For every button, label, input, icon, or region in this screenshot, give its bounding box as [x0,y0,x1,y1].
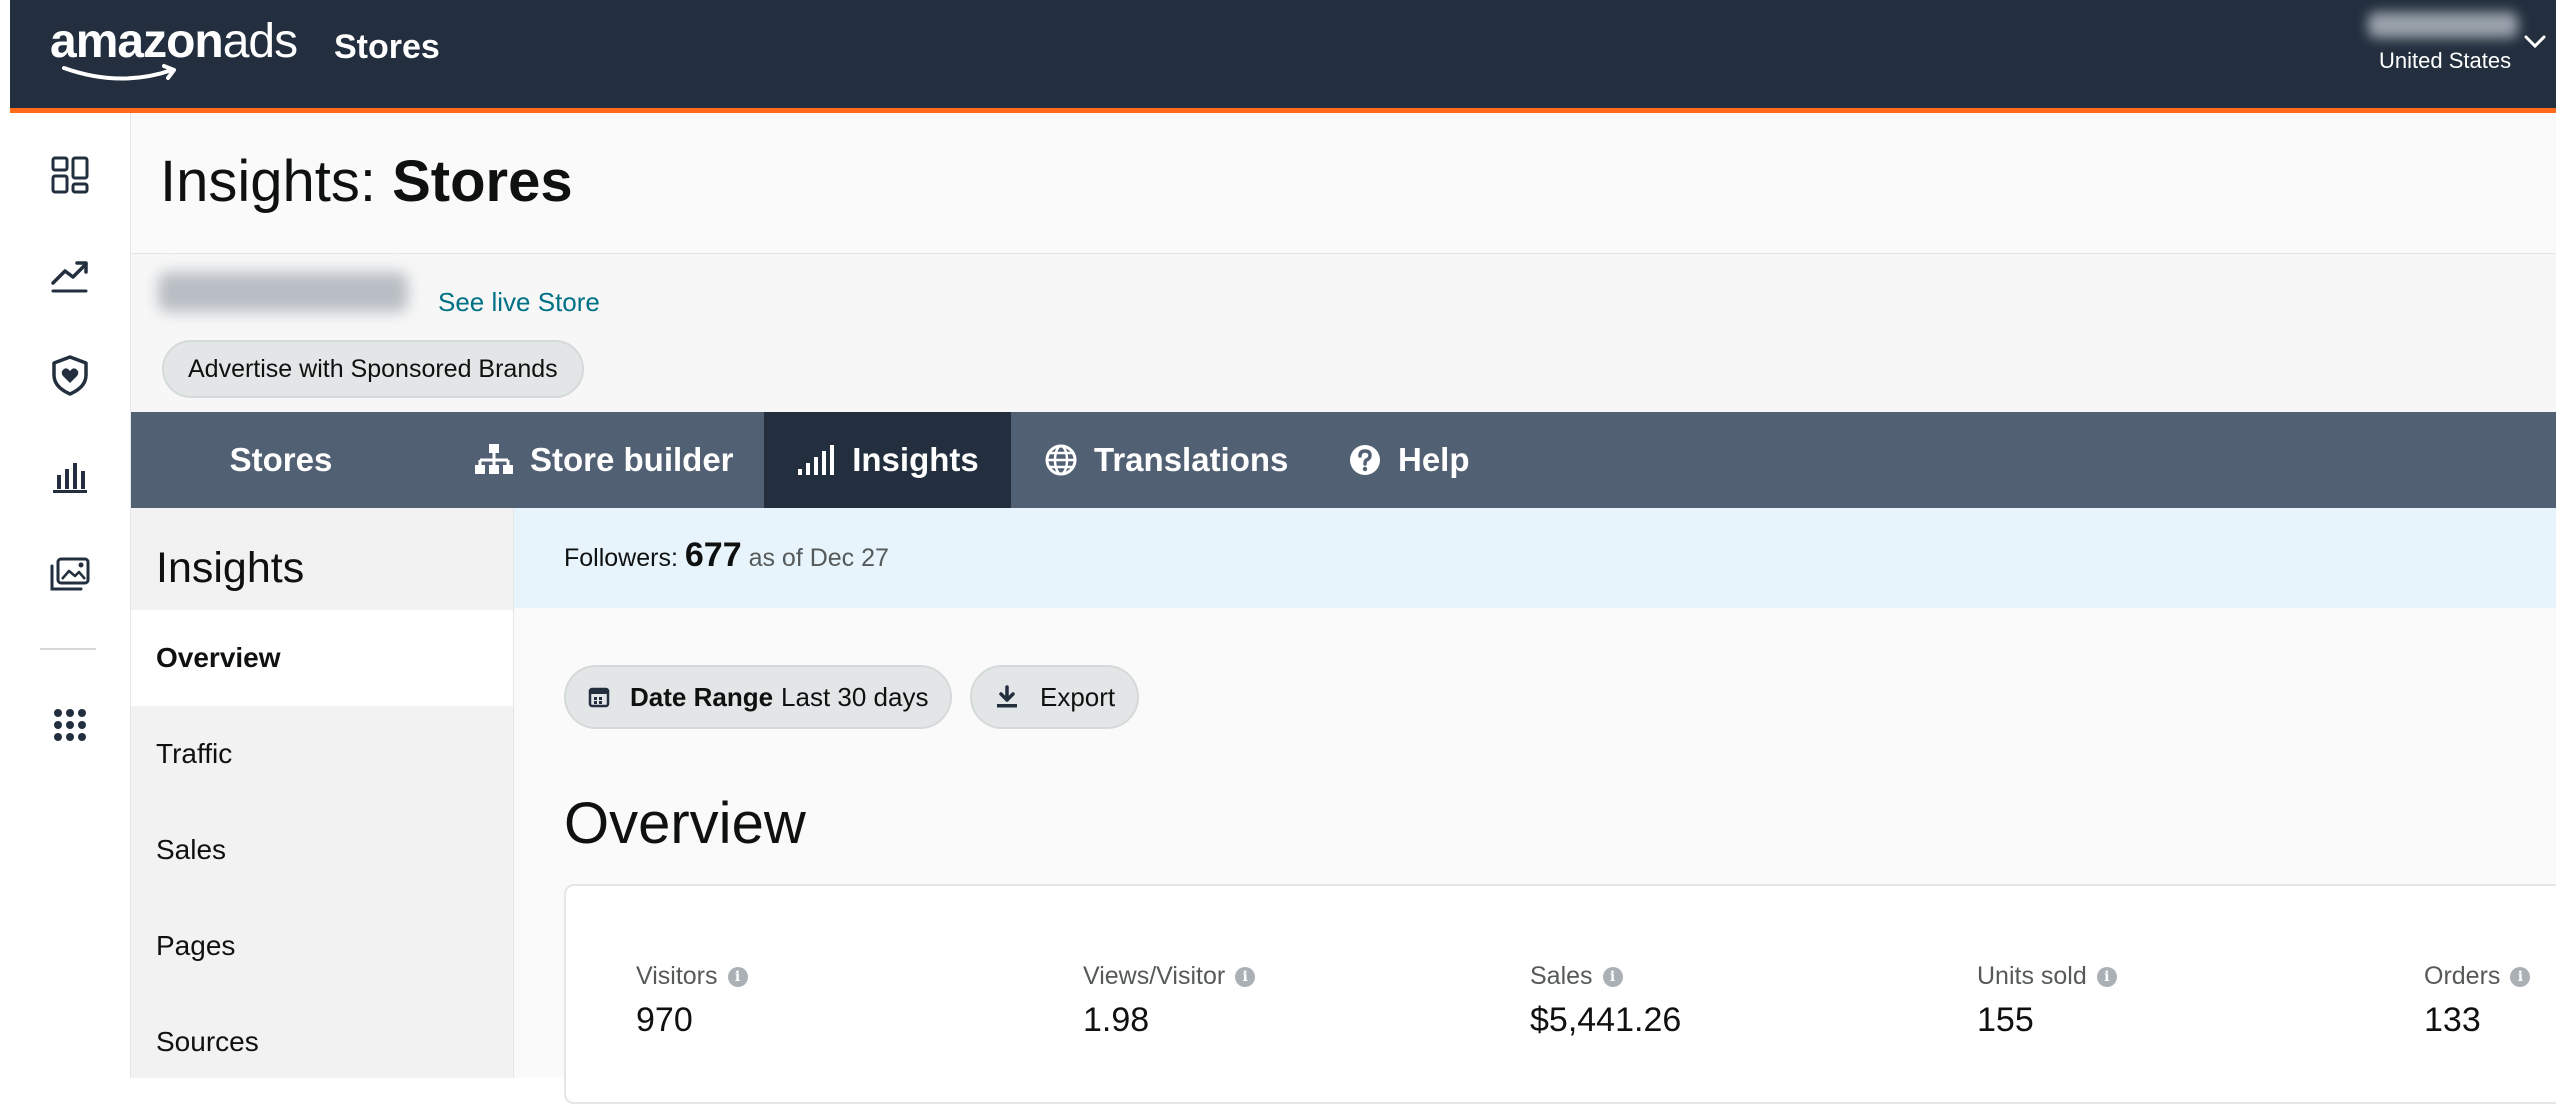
see-live-store-link[interactable]: See live Store [438,287,600,318]
insights-side-nav [131,508,514,1078]
tab-label: Store builder [530,441,734,478]
metric-orders: Orders i 133 [2424,962,2531,1040]
followers-count: 677 [684,536,742,574]
metric-visitors: Visitors i 970 [636,962,748,1040]
info-icon[interactable]: i [2096,966,2117,987]
metric-label: Orders [2424,962,2501,990]
page-title: Insights: Stores [160,148,573,215]
account-name-redacted[interactable] [2368,12,2518,38]
bar-chart-icon[interactable] [48,453,92,497]
signal-bars-icon [798,445,835,475]
date-range-label: Date Range [630,681,774,712]
info-icon[interactable]: i [1602,966,1623,987]
top-bar-title[interactable]: Stores [334,28,440,67]
dashboard-icon[interactable] [48,153,92,197]
metric-value: 970 [636,1001,693,1039]
date-range-value: Last 30 days [781,681,929,712]
date-range-button[interactable]: Date Range Last 30 days [564,665,953,729]
trending-icon[interactable] [48,253,92,297]
side-nav-item-sales[interactable]: Sales [156,834,226,866]
page-title-bold: Stores [392,149,573,214]
info-icon[interactable]: i [2510,966,2531,987]
followers-label: Followers: [564,544,678,572]
overview-heading: Overview [564,791,806,856]
logo-text-light: ads [222,15,298,68]
sitemap-icon [475,444,513,474]
account-region[interactable]: United States [2379,48,2511,74]
apps-grid-icon[interactable] [48,703,92,747]
tab-label: Help [1398,441,1470,478]
side-nav-item-overview[interactable]: Overview [156,642,281,674]
side-nav-title: Insights [156,544,305,592]
tab-translations[interactable]: Translations [1044,412,1304,508]
tab-label: Stores [229,441,333,478]
metric-label: Visitors [636,962,718,990]
metric-units-sold: Units sold i 155 [1977,962,2117,1040]
side-nav-item-sources[interactable]: Sources [156,1026,259,1058]
metric-value: $5,441.26 [1530,1001,1682,1039]
metric-label: Units sold [1977,962,2087,990]
amazon-smile-icon [62,64,176,81]
download-icon [997,685,1017,708]
tab-label: Translations [1094,441,1289,478]
export-button[interactable]: Export [970,665,1140,729]
page-title-prefix: Insights: [160,149,376,214]
logo-text-bold: amazon [50,15,224,68]
metric-value: 133 [2424,1001,2481,1039]
metric-label: Sales [1530,962,1593,990]
amazon-ads-logo[interactable]: amazonads [50,14,298,81]
side-nav-item-traffic[interactable]: Traffic [156,738,232,770]
rail-divider [40,648,96,650]
metric-views-per-visitor: Views/Visitor i 1.98 [1083,962,1256,1040]
metric-label: Views/Visitor [1083,962,1226,990]
metric-value: 1.98 [1083,1001,1150,1039]
followers-summary: Followers: 677 as of Dec 27 [564,536,889,575]
brand-protection-icon[interactable] [48,353,92,397]
tab-stores[interactable]: Stores [131,412,431,508]
followers-as-of: as of Dec 27 [748,544,889,572]
tab-help[interactable]: Help [1348,412,1508,508]
tab-store-builder[interactable]: Store builder [474,412,764,508]
globe-icon [1045,444,1077,476]
question-icon [1350,445,1380,475]
info-icon[interactable]: i [727,966,748,987]
chevron-down-icon[interactable] [2520,30,2550,54]
store-name-redacted [158,272,408,312]
export-label: Export [1040,681,1116,712]
media-library-icon[interactable] [48,553,92,597]
info-icon[interactable]: i [1235,966,1256,987]
tab-label: Insights [852,441,979,478]
tab-insights[interactable]: Insights [764,412,1011,508]
metric-value: 155 [1977,1001,2034,1039]
calendar-icon [588,687,610,708]
side-nav-item-pages[interactable]: Pages [156,930,235,962]
metric-sales: Sales i $5,441.26 [1530,962,1681,1040]
advertise-sponsored-brands-button[interactable]: Advertise with Sponsored Brands [162,340,584,398]
left-rail [10,113,131,1078]
